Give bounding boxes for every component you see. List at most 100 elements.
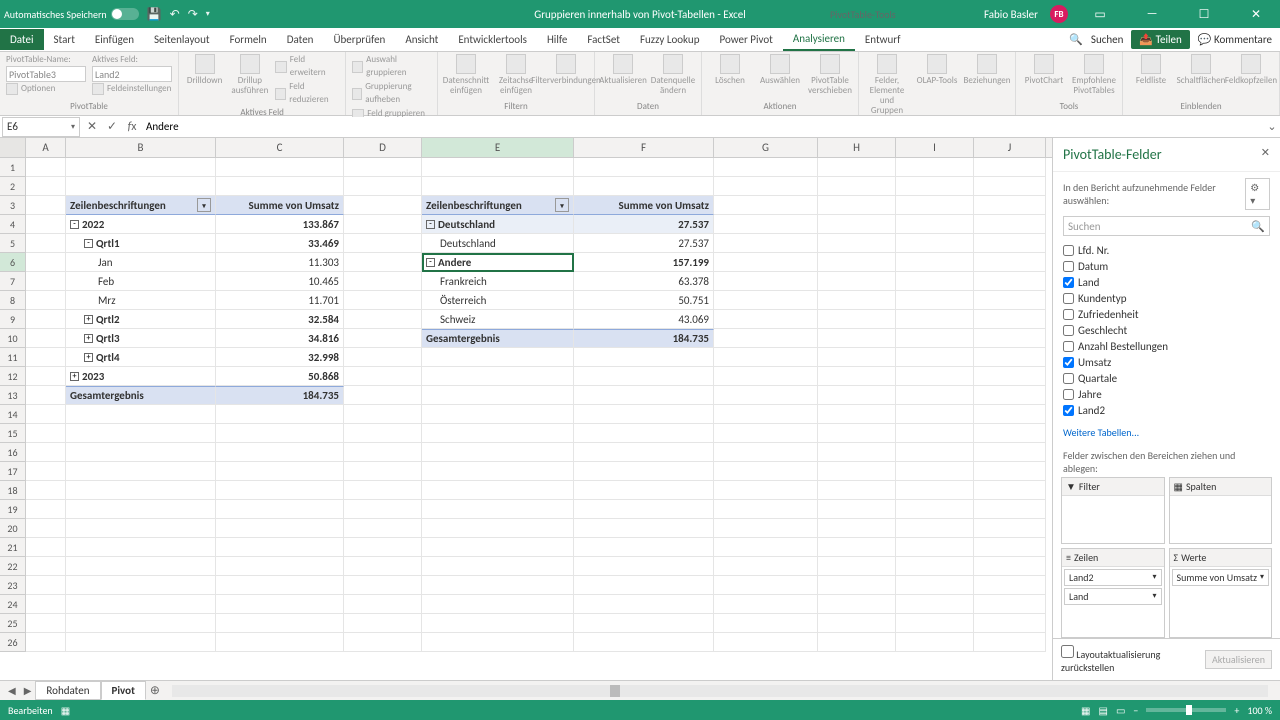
expand-icon[interactable]: + xyxy=(70,372,79,381)
tab-factset[interactable]: FactSet xyxy=(577,29,630,50)
cell[interactable] xyxy=(344,272,422,291)
cell[interactable] xyxy=(818,291,896,310)
cell[interactable] xyxy=(818,177,896,196)
cell[interactable] xyxy=(974,329,1046,348)
cell[interactable] xyxy=(216,595,344,614)
cell[interactable] xyxy=(26,557,66,576)
column-header[interactable]: H xyxy=(818,138,896,157)
cell[interactable] xyxy=(422,519,574,538)
row-header[interactable]: 14 xyxy=(0,405,25,424)
field-item[interactable]: Land xyxy=(1063,274,1270,290)
column-header[interactable]: G xyxy=(714,138,818,157)
cell[interactable]: -2022 xyxy=(66,215,216,234)
cell[interactable] xyxy=(974,500,1046,519)
cell[interactable]: 50.868 xyxy=(216,367,344,386)
cell[interactable] xyxy=(26,367,66,386)
filter-conn-button[interactable]: Filterverbindungen xyxy=(544,54,588,86)
cell[interactable] xyxy=(818,405,896,424)
cell[interactable] xyxy=(896,481,974,500)
cell[interactable]: Feb xyxy=(66,272,216,291)
cell[interactable] xyxy=(574,538,714,557)
cell[interactable] xyxy=(974,234,1046,253)
cell[interactable]: 157.199 xyxy=(574,253,714,272)
user-name[interactable]: Fabio Basler xyxy=(984,8,1038,21)
share-button[interactable]: 📤 Teilen xyxy=(1131,30,1189,49)
confirm-icon[interactable]: ✓ xyxy=(102,119,122,134)
close-icon[interactable]: ✕ xyxy=(1236,7,1276,22)
cell[interactable] xyxy=(714,462,818,481)
cell[interactable] xyxy=(714,405,818,424)
field-item[interactable]: Geschlecht xyxy=(1063,322,1270,338)
cell[interactable] xyxy=(344,500,422,519)
tab-view[interactable]: Ansicht xyxy=(395,29,448,50)
headers-button[interactable]: Feldkopfzeilen xyxy=(1229,54,1273,86)
tab-powerpivot[interactable]: Power Pivot xyxy=(709,29,782,50)
row-header[interactable]: 18 xyxy=(0,481,25,500)
cell[interactable] xyxy=(26,576,66,595)
cell[interactable] xyxy=(974,367,1046,386)
cell[interactable] xyxy=(344,633,422,652)
expand-formula-icon[interactable]: ⌄ xyxy=(1264,120,1280,133)
cell[interactable] xyxy=(974,443,1046,462)
cell[interactable] xyxy=(974,386,1046,405)
cell[interactable]: 11.303 xyxy=(216,253,344,272)
expand-icon[interactable]: - xyxy=(426,258,435,267)
ungroup-button[interactable]: Gruppierung aufheben xyxy=(352,81,431,106)
tab-help[interactable]: Hilfe xyxy=(537,29,577,50)
cell[interactable] xyxy=(574,500,714,519)
area-item[interactable]: Summe von Umsatz▾ xyxy=(1172,569,1270,586)
cell[interactable] xyxy=(344,253,422,272)
tab-fuzzy[interactable]: Fuzzy Lookup xyxy=(630,29,710,50)
row-header[interactable]: 8 xyxy=(0,291,25,310)
cell[interactable] xyxy=(818,519,896,538)
cell[interactable] xyxy=(974,633,1046,652)
cell[interactable] xyxy=(714,519,818,538)
cell[interactable] xyxy=(896,348,974,367)
cell[interactable] xyxy=(896,196,974,215)
cell[interactable] xyxy=(344,462,422,481)
slicer-button[interactable]: Datenschnitt einfügen xyxy=(444,54,488,96)
cell[interactable] xyxy=(714,500,818,519)
expand-icon[interactable]: + xyxy=(84,353,93,362)
area-item[interactable]: Land2▾ xyxy=(1064,569,1162,586)
olap-button[interactable]: OLAP-Tools xyxy=(915,54,959,86)
cell[interactable] xyxy=(26,177,66,196)
cell[interactable] xyxy=(344,538,422,557)
cell[interactable] xyxy=(574,614,714,633)
cell[interactable] xyxy=(714,614,818,633)
cell[interactable] xyxy=(26,633,66,652)
cell[interactable] xyxy=(818,500,896,519)
cell[interactable] xyxy=(714,291,818,310)
cell[interactable] xyxy=(818,310,896,329)
cell[interactable] xyxy=(974,557,1046,576)
cell[interactable] xyxy=(818,329,896,348)
cell[interactable] xyxy=(714,443,818,462)
cell[interactable] xyxy=(818,538,896,557)
cell[interactable] xyxy=(896,462,974,481)
field-checkbox[interactable] xyxy=(1063,341,1074,352)
cell[interactable] xyxy=(574,595,714,614)
cell[interactable]: -Qrtl1 xyxy=(66,234,216,253)
cell[interactable] xyxy=(216,500,344,519)
cell[interactable] xyxy=(896,557,974,576)
cell[interactable] xyxy=(216,462,344,481)
cell[interactable] xyxy=(26,215,66,234)
cell[interactable] xyxy=(974,405,1046,424)
area-rows[interactable]: ≡Zeilen Land2▾ Land▾ xyxy=(1061,548,1165,639)
cell[interactable] xyxy=(26,329,66,348)
cell[interactable] xyxy=(344,291,422,310)
field-checkbox[interactable] xyxy=(1063,373,1074,384)
tab-review[interactable]: Überprüfen xyxy=(323,29,395,50)
area-filter[interactable]: ▼Filter xyxy=(1061,477,1165,544)
pivotchart-button[interactable]: PivotChart xyxy=(1022,54,1066,86)
cell[interactable] xyxy=(344,595,422,614)
cell[interactable] xyxy=(66,633,216,652)
cell[interactable] xyxy=(974,519,1046,538)
spreadsheet-grid[interactable]: ABCDEFGHIJ 12345678910111213141516171819… xyxy=(0,138,1052,680)
tab-developer[interactable]: Entwicklertools xyxy=(448,29,537,50)
cell[interactable] xyxy=(896,595,974,614)
cell[interactable] xyxy=(974,481,1046,500)
cell[interactable] xyxy=(422,348,574,367)
drilldown-button[interactable]: Drilldown xyxy=(185,54,224,86)
cell[interactable] xyxy=(422,576,574,595)
